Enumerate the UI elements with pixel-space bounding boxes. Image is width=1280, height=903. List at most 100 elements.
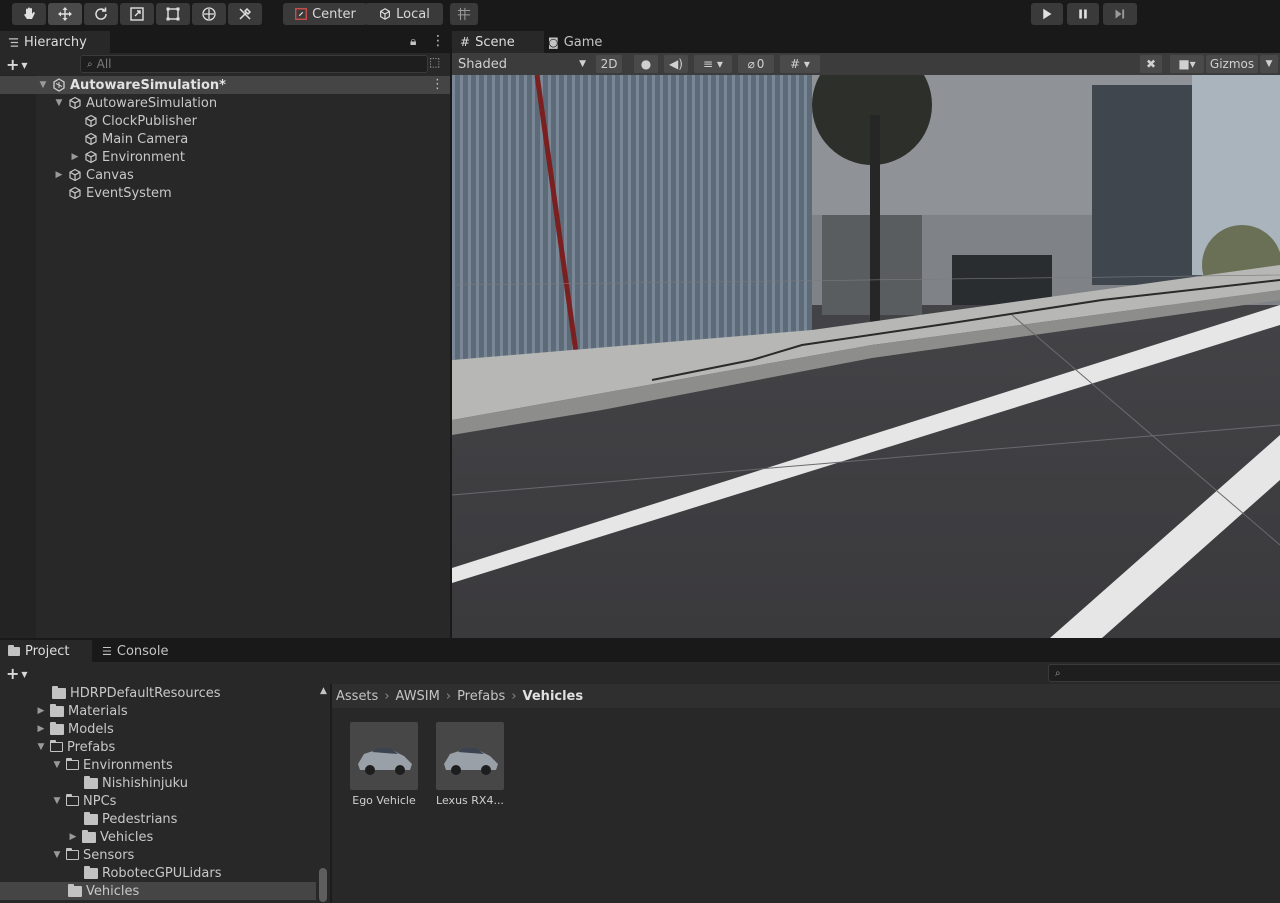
step-icon [1115, 9, 1125, 19]
car-icon [358, 748, 412, 775]
grid-snap-icon [457, 7, 471, 21]
asset-item[interactable]: Ego Vehicle [342, 720, 432, 812]
breadcrumb-current[interactable]: Vehicles [523, 689, 584, 704]
lock-icon[interactable]: 🔒︎ [410, 34, 416, 49]
project-search-input[interactable]: ⌕ [1048, 664, 1280, 682]
hidden-objects-toggle[interactable]: ⌀ 0 [738, 55, 774, 73]
scrollbar-thumb[interactable] [319, 868, 327, 902]
hierarchy-item-label: Main Camera [102, 131, 189, 147]
hierarchy-item[interactable]: ClockPublisher [84, 112, 197, 130]
tab-console[interactable]: ☰ Console [94, 640, 194, 662]
folder-item[interactable]: HDRPDefaultResources [52, 684, 221, 702]
folder-item-selected[interactable]: Vehicles [0, 882, 316, 900]
collapsed-arrow-icon[interactable]: ▶ [36, 706, 46, 716]
tab-scene[interactable]: # Scene [452, 31, 544, 53]
create-add-icon[interactable]: + ▼ [6, 55, 28, 74]
create-asset-icon[interactable]: + ▼ [6, 664, 28, 683]
pivot-space-button[interactable]: Local [365, 3, 443, 25]
expand-arrow-icon[interactable]: ▼ [52, 760, 62, 770]
asset-item[interactable]: Lexus RX4... [428, 720, 518, 812]
more-options-icon[interactable]: ⋮ [431, 33, 445, 49]
hand-tool-button[interactable] [12, 3, 46, 25]
move-icon [58, 7, 72, 21]
folder-item[interactable]: ▶ Vehicles [68, 828, 153, 846]
main-toolbar: Center Local [0, 0, 1280, 30]
local-space-icon [380, 8, 391, 20]
folder-item[interactable]: ▼ NPCs [52, 792, 116, 810]
folder-item[interactable]: ▶ Materials [36, 702, 128, 720]
folder-item[interactable]: ▶ Models [36, 720, 114, 738]
rotate-tool-button[interactable] [84, 3, 118, 25]
folder-item[interactable]: ▼ Sensors [52, 846, 134, 864]
expand-arrow-icon[interactable]: ▼ [54, 98, 64, 108]
step-button[interactable] [1103, 3, 1137, 25]
hierarchy-search-input[interactable]: ⌕ All [80, 55, 428, 73]
collapsed-arrow-icon[interactable]: ▶ [70, 152, 80, 162]
audio-toggle[interactable]: ◀) [664, 55, 688, 73]
effects-icon: ≡ ▾ [703, 57, 723, 71]
breadcrumb-item[interactable]: AWSIM [396, 689, 440, 704]
shading-mode-dropdown[interactable]: Shaded ▼ [458, 56, 586, 72]
scene-viewport[interactable] [452, 75, 1280, 638]
collapsed-arrow-icon[interactable]: ▶ [36, 724, 46, 734]
hierarchy-item[interactable]: ▼ AutowareSimulation [54, 94, 218, 112]
folder-item[interactable]: Nishishinjuku [84, 774, 188, 792]
play-button[interactable] [1031, 3, 1063, 25]
pause-button[interactable] [1067, 3, 1099, 25]
play-icon [1043, 8, 1052, 20]
folder-tree-scrollbar[interactable]: ▲ [318, 686, 328, 902]
transform-tool-button[interactable] [192, 3, 226, 25]
pivot-mode-button[interactable]: Center [283, 3, 367, 25]
tab-hierarchy[interactable]: Hierarchy [0, 31, 110, 53]
tools-overlay-button[interactable]: ✖ [1140, 55, 1162, 73]
scene-menu-icon[interactable]: ⋮ [431, 77, 444, 92]
scene-visibility-icon[interactable]: ⬚ [429, 55, 445, 71]
tab-project[interactable]: Project [0, 640, 92, 662]
scene-root-row[interactable]: ▼ AutowareSimulation* ⋮ [0, 76, 450, 94]
expand-arrow-icon[interactable]: ▼ [38, 80, 48, 90]
expand-arrow-icon[interactable]: ▼ [52, 850, 62, 860]
move-tool-button[interactable] [48, 3, 82, 25]
lighting-toggle[interactable]: ● [634, 55, 658, 73]
scale-tool-button[interactable] [120, 3, 154, 25]
hierarchy-item-label: EventSystem [86, 185, 172, 201]
gameobject-icon [84, 132, 98, 146]
grid-toggle[interactable]: # ▾ [780, 55, 820, 73]
gizmos-dropdown[interactable]: ▼ [1260, 55, 1278, 73]
panel-divider[interactable] [330, 684, 332, 903]
folder-item[interactable]: ▼ Prefabs [36, 738, 115, 756]
pivot-center-icon [295, 8, 307, 20]
breadcrumb-item[interactable]: Prefabs [457, 689, 505, 704]
grid-snap-button[interactable] [450, 3, 478, 25]
hierarchy-item[interactable]: ▶ Environment [70, 148, 185, 166]
hierarchy-gutter [0, 75, 36, 638]
mode-2d-toggle[interactable]: 2D [596, 55, 622, 73]
folder-label: HDRPDefaultResources [70, 685, 221, 701]
breadcrumb-item[interactable]: Assets [336, 689, 378, 704]
console-icon: ☰ [102, 644, 112, 658]
scene-tabbar: # Scene ◙ Game [452, 31, 1280, 53]
folder-item[interactable]: ▼ Environments [52, 756, 173, 774]
collapsed-arrow-icon[interactable]: ▶ [68, 832, 78, 842]
scroll-up-icon[interactable]: ▲ [320, 686, 327, 696]
rect-tool-button[interactable] [156, 3, 190, 25]
camera-settings-button[interactable]: ■▾ [1170, 55, 1204, 73]
hierarchy-item[interactable]: EventSystem [68, 184, 172, 202]
gamepad-icon: ◙ [548, 35, 559, 49]
chevron-down-icon: ▼ [1265, 59, 1273, 69]
hierarchy-item[interactable]: ▶ Canvas [54, 166, 134, 184]
hierarchy-item[interactable]: Main Camera [84, 130, 188, 148]
folder-icon [84, 775, 98, 789]
expand-arrow-icon[interactable]: ▼ [36, 742, 46, 752]
scene-grid-icon: # [460, 35, 471, 49]
custom-tool-button[interactable] [228, 3, 262, 25]
gizmos-button[interactable]: Gizmos [1206, 55, 1258, 73]
expand-arrow-icon[interactable]: ▼ [52, 796, 62, 806]
effects-toggle[interactable]: ≡ ▾ [694, 55, 732, 73]
collapsed-arrow-icon[interactable]: ▶ [54, 170, 64, 180]
folder-item[interactable]: Pedestrians [84, 810, 177, 828]
open-folder-icon [65, 793, 79, 806]
speaker-icon: ◀) [669, 57, 683, 71]
folder-item[interactable]: RobotecGPULidars [84, 864, 221, 882]
tab-game[interactable]: ◙ Game [540, 31, 622, 53]
